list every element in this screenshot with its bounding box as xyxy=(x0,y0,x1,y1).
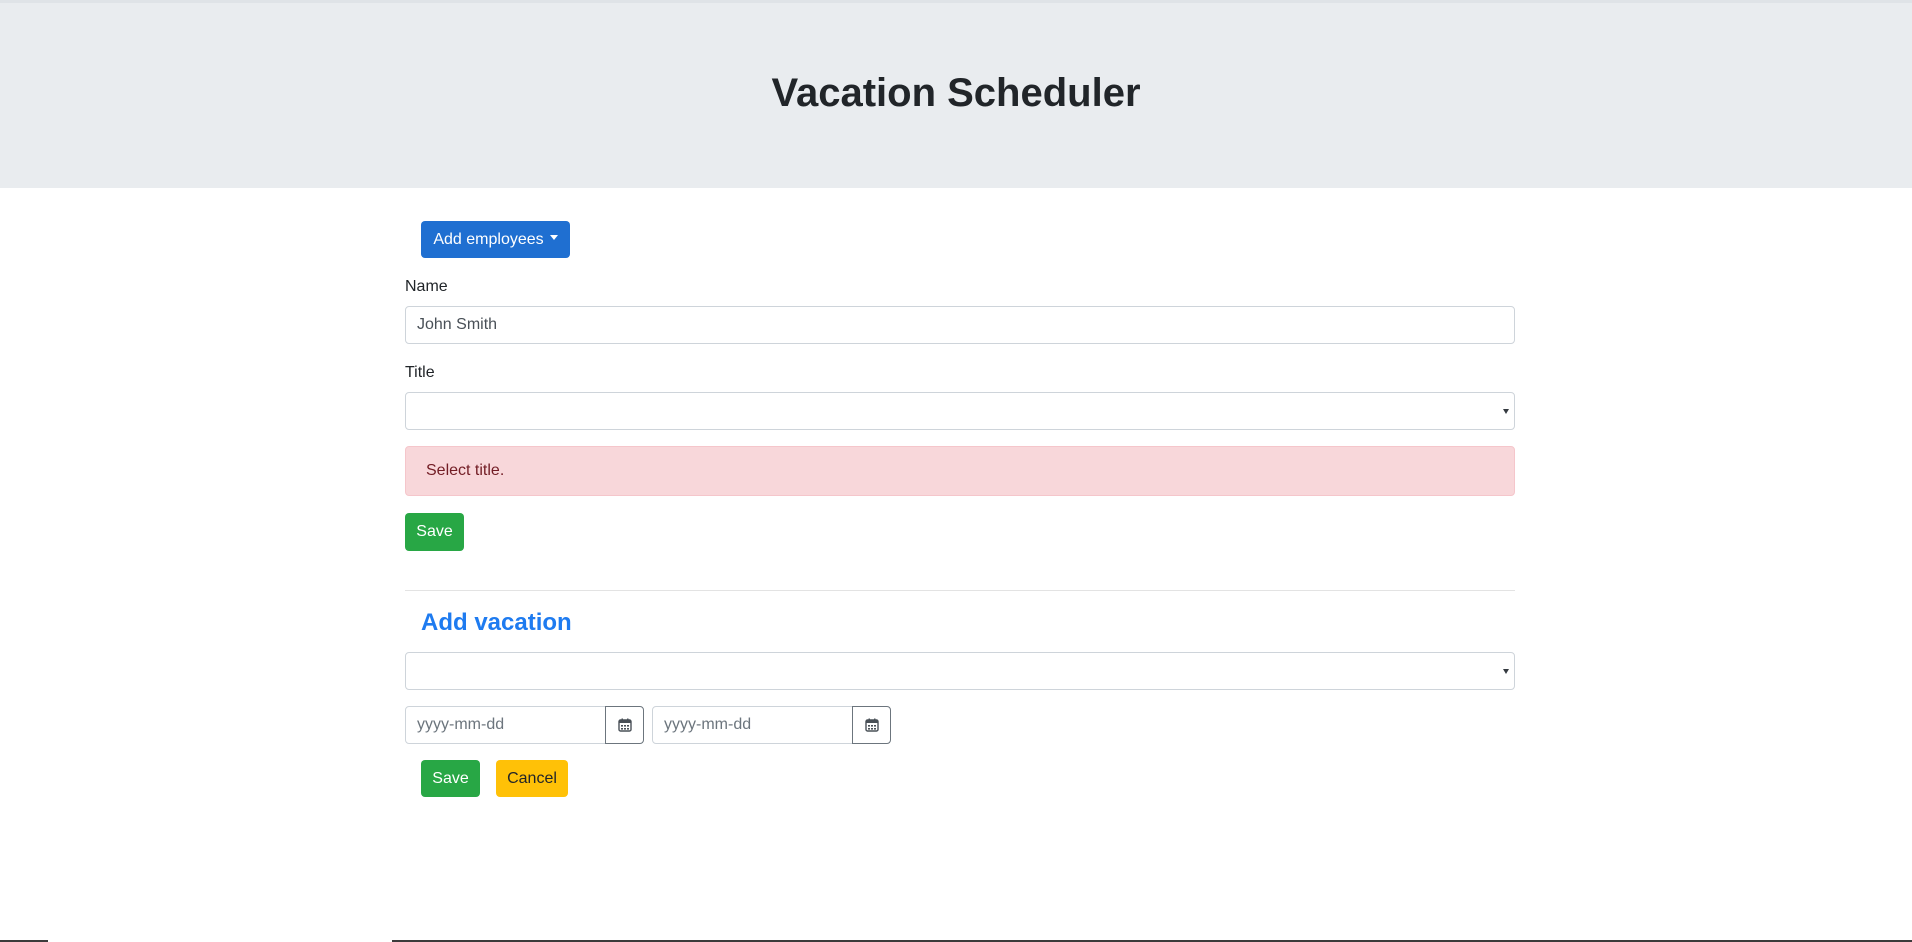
start-date-input[interactable] xyxy=(405,706,606,744)
save-employee-button[interactable]: Save xyxy=(405,513,464,551)
save-vacation-button[interactable]: Save xyxy=(421,760,480,797)
calendar-icon xyxy=(864,718,879,732)
add-employees-dropdown-button[interactable]: Add employees xyxy=(421,221,570,258)
chevron-down-icon xyxy=(1503,669,1509,674)
name-input[interactable] xyxy=(405,306,1515,344)
calendar-icon xyxy=(617,718,632,732)
page-title: Vacation Scheduler xyxy=(771,71,1141,115)
section-divider xyxy=(405,590,1515,591)
name-label: Name xyxy=(405,278,448,295)
add-employees-label: Add employees xyxy=(433,230,544,248)
add-vacation-title: Add vacation xyxy=(421,609,572,636)
alert-text: Select title. xyxy=(426,462,505,479)
start-date-calendar-button[interactable] xyxy=(605,706,644,744)
header-banner: Vacation Scheduler xyxy=(0,3,1912,188)
title-select[interactable] xyxy=(405,392,1515,430)
end-date-calendar-button[interactable] xyxy=(852,706,891,744)
end-date-input[interactable] xyxy=(652,706,853,744)
title-error-alert: Select title. xyxy=(405,446,1515,496)
cancel-vacation-button[interactable]: Cancel xyxy=(496,760,568,797)
title-label: Title xyxy=(405,364,435,381)
chevron-down-icon xyxy=(1503,409,1509,414)
chevron-down-icon xyxy=(549,235,558,240)
vacation-employee-select[interactable] xyxy=(405,652,1515,690)
